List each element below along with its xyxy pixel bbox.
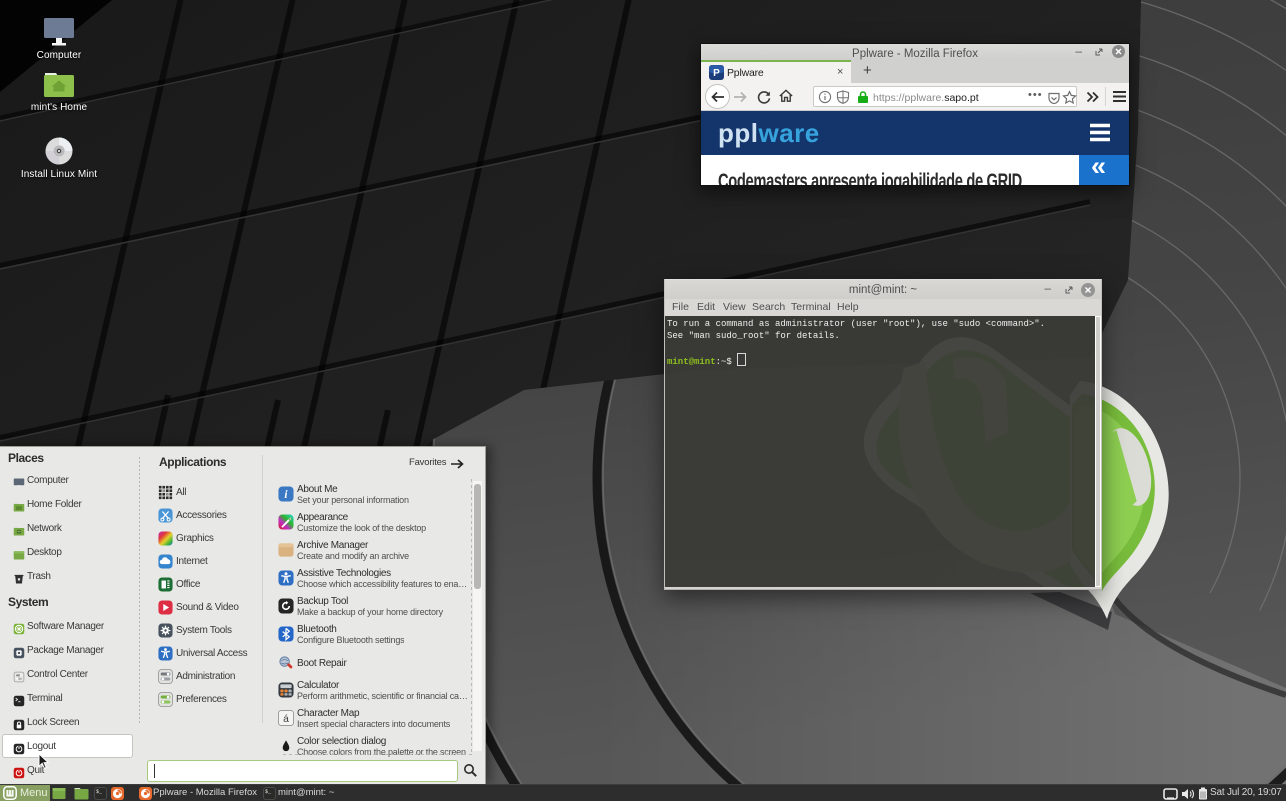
- svg-text:P: P: [713, 68, 720, 79]
- svg-text:á: á: [283, 713, 289, 724]
- svg-text:$_: $_: [96, 789, 103, 795]
- svg-text:$_: $_: [265, 789, 272, 795]
